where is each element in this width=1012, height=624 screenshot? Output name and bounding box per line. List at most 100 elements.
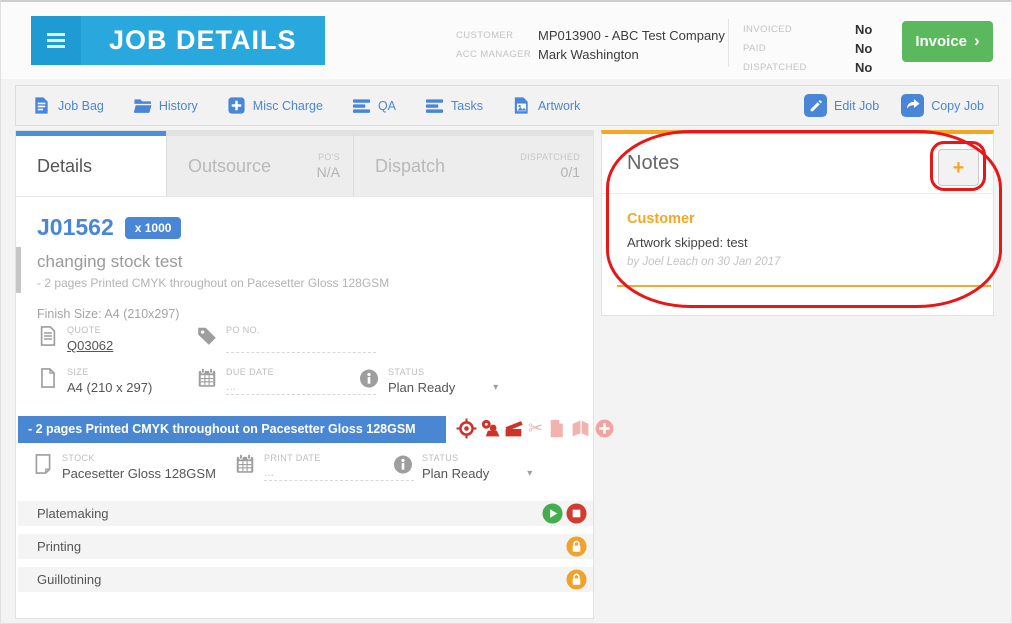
tab-details[interactable]: Details (16, 131, 166, 196)
toolbar-history[interactable]: History (133, 96, 198, 115)
stock-field: STOCK Pacesetter Gloss 128GSM (32, 453, 216, 481)
status-flags: INVOICED No PAID No DISPATCHED No (743, 22, 885, 75)
paid-value: No (855, 41, 873, 56)
po-label: PO NO. (226, 325, 260, 335)
tag-icon (198, 327, 216, 345)
status-dropdown-value[interactable]: Plan Ready (388, 380, 455, 395)
toolbar-history-label: History (158, 98, 198, 113)
acc-manager-label: ACC MANAGER (456, 49, 532, 60)
invoice-button[interactable]: Invoice › (902, 21, 993, 62)
stop-icon[interactable] (566, 503, 587, 524)
process-icon-strip: ✂ (456, 418, 615, 439)
toolbar-qa-label: QA (377, 98, 397, 113)
tab-outsource[interactable]: Outsource PO'S N/A (166, 131, 353, 196)
due-date-label: DUE DATE (226, 367, 275, 377)
process-row-guillotining[interactable]: Guillotining (18, 567, 593, 592)
copy-arrow-icon (901, 94, 925, 117)
title-bar: JOB DETAILS (31, 16, 325, 65)
add-note-button[interactable]: + (938, 149, 979, 186)
quantity-badge: x 1000 (124, 216, 182, 239)
tab-dispatch-sub-label: DISPATCHED (520, 152, 580, 162)
play-icon[interactable] (542, 503, 563, 524)
process-name: Platemaking (37, 506, 109, 521)
registration-target-icon[interactable] (456, 418, 477, 439)
toolbar: Job Bag History Misc Charge QA Tasks Art… (15, 85, 999, 126)
stock-status-field: STATUS Plan Ready ▾ (392, 453, 532, 481)
chevron-down-icon[interactable]: ▾ (493, 382, 498, 393)
toolbar-misc-charge-label: Misc Charge (252, 98, 323, 113)
binding-book-icon[interactable] (570, 418, 591, 439)
job-description: - 2 pages Printed CMYK throughout on Pac… (37, 276, 390, 290)
acc-manager-value: Mark Washington (538, 47, 639, 62)
add-process-icon[interactable] (594, 418, 615, 439)
guillotine-icon[interactable] (504, 418, 525, 439)
chevron-right-icon: › (974, 31, 980, 50)
list-icon (425, 99, 444, 113)
po-input[interactable] (226, 337, 376, 353)
pencil-icon (804, 94, 828, 117)
customer-block: CUSTOMER MP013900 - ABC Test Company ACC… (456, 28, 725, 62)
po-field: PO NO. (196, 325, 376, 353)
toolbar-qa[interactable]: QA (352, 96, 396, 115)
print-date-field: PRINT DATE ... (234, 453, 414, 481)
section-bar: - 2 pages Printed CMYK throughout on Pac… (18, 416, 446, 443)
dispatched-label: DISPATCHED (743, 62, 807, 73)
calendar-icon (236, 453, 254, 473)
toolbar-right: Edit Job Copy Job (804, 94, 984, 117)
size-field: SIZE A4 (210 x 297) (37, 367, 152, 395)
folding-icon[interactable] (546, 418, 567, 439)
tab-outsource-sub-label: PO'S (318, 152, 340, 162)
job-number: J01562 (37, 214, 114, 240)
notes-title: Notes (627, 152, 680, 174)
toolbar-tasks[interactable]: Tasks (425, 96, 483, 115)
status-field: STATUS Plan Ready ▾ (358, 367, 498, 395)
invoice-button-label: Invoice (915, 33, 967, 50)
header-divider (728, 19, 729, 67)
copy-job-button[interactable]: Copy Job (901, 94, 984, 117)
copy-job-label: Copy Job (931, 98, 984, 113)
toolbar-job-bag[interactable]: Job Bag (32, 96, 104, 115)
toolbar-misc-charge[interactable]: Misc Charge (227, 96, 323, 115)
stock-status-dropdown-value[interactable]: Plan Ready (422, 466, 489, 481)
notes-panel: Notes + Customer Artwork skipped: test b… (601, 130, 994, 316)
tab-dispatch[interactable]: Dispatch DISPATCHED 0/1 (353, 131, 593, 196)
invoiced-value: No (855, 22, 873, 37)
info-icon (393, 455, 413, 474)
job-details-page: JOB DETAILS CUSTOMER MP013900 - ABC Test… (0, 0, 1012, 624)
note-category: Customer (627, 211, 695, 227)
document-icon (35, 97, 48, 114)
quote-document-icon (40, 326, 56, 346)
page-title: JOB DETAILS (81, 16, 325, 65)
process-name: Printing (37, 539, 82, 554)
menu-button[interactable] (31, 16, 81, 65)
toolbar-artwork[interactable]: Artwork (512, 96, 580, 115)
note-entry: Customer Artwork skipped: test by Joel L… (602, 194, 993, 268)
quote-link[interactable]: Q03062 (67, 338, 113, 353)
page-icon (41, 368, 55, 388)
customer-value: MP013900 - ABC Test Company (538, 28, 725, 43)
due-date-input[interactable]: ... (226, 379, 376, 395)
job-title: changing stock test (37, 252, 183, 271)
stock-status-label: STATUS (422, 453, 459, 463)
scrollbar-thumb[interactable] (16, 247, 21, 293)
process-row-platemaking[interactable]: Platemaking (18, 501, 593, 526)
toolbar-artwork-label: Artwork (537, 98, 581, 113)
lock-icon[interactable] (566, 536, 587, 557)
scissors-icon[interactable]: ✂ (528, 418, 543, 439)
info-icon (359, 369, 379, 388)
paid-label: PAID (743, 43, 767, 54)
status-label: STATUS (388, 367, 425, 377)
lock-icon[interactable] (566, 569, 587, 590)
calendar-icon (198, 367, 216, 387)
note-byline: by Joel Leach on 30 Jan 2017 (627, 256, 781, 268)
edit-job-label: Edit Job (834, 98, 880, 113)
chevron-down-icon[interactable]: ▾ (527, 468, 532, 479)
printing-press-icon[interactable] (480, 418, 501, 439)
edit-job-button[interactable]: Edit Job (804, 94, 879, 117)
finish-size: Finish Size: A4 (210x297) (37, 307, 180, 321)
image-icon (514, 97, 528, 114)
process-row-printing[interactable]: Printing (18, 534, 593, 559)
size-value: A4 (210 x 297) (67, 380, 153, 395)
tab-outsource-sub-value: N/A (316, 164, 340, 180)
toolbar-job-bag-label: Job Bag (58, 98, 104, 113)
